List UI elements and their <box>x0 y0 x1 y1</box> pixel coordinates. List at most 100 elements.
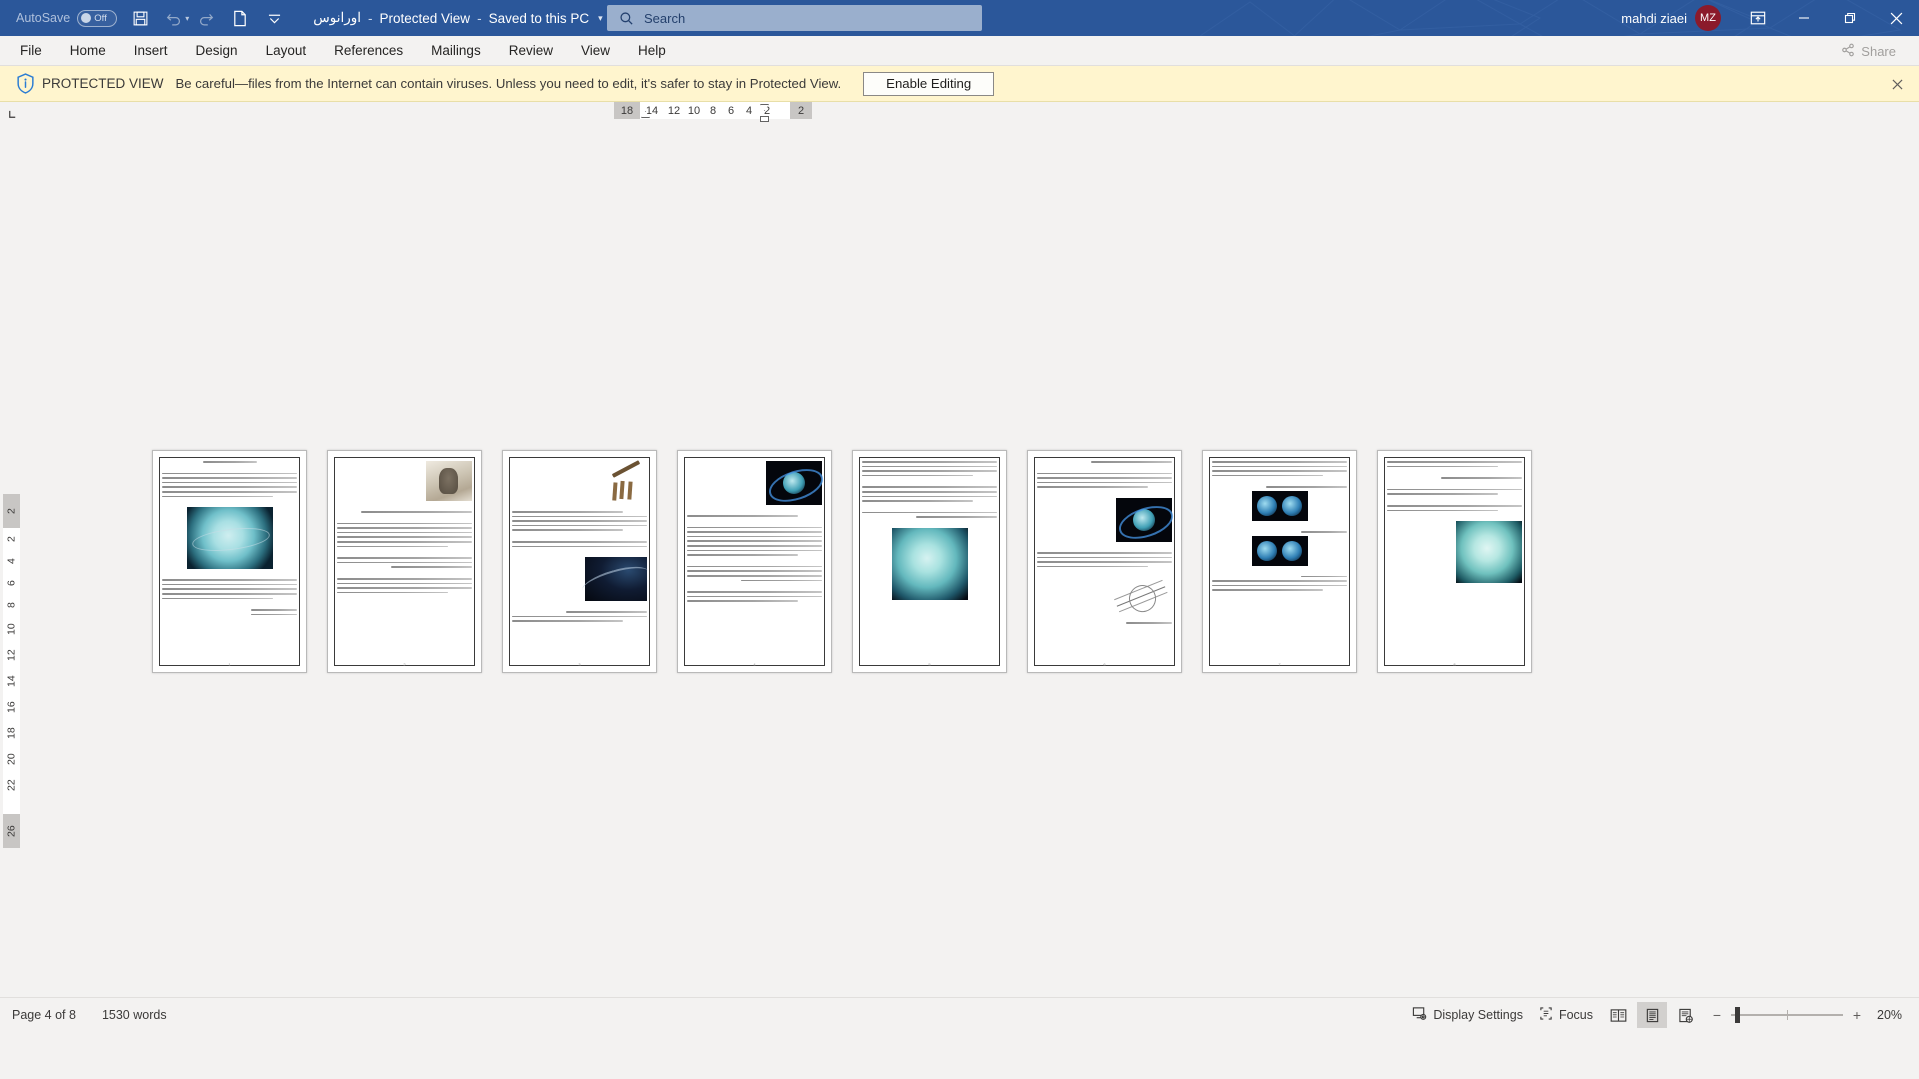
page-number: 2 <box>403 662 406 667</box>
tab-insert[interactable]: Insert <box>120 36 182 65</box>
uranus-thumb <box>1256 495 1277 516</box>
page-indicator[interactable]: Page 4 of 8 <box>12 1008 76 1022</box>
tab-references[interactable]: References <box>320 36 417 65</box>
tab-review[interactable]: Review <box>495 36 567 65</box>
document-page-thumbnail[interactable]: 1 <box>152 450 307 673</box>
text-line <box>862 486 997 488</box>
text-line <box>162 472 297 475</box>
document-title-group: اورانوس - Protected View - Saved to this… <box>313 10 602 26</box>
document-page-thumbnail[interactable]: 7 <box>1202 450 1357 673</box>
document-page-thumbnail[interactable]: 4 <box>677 450 832 673</box>
zoom-slider-handle[interactable] <box>1735 1007 1740 1023</box>
read-mode-icon[interactable] <box>1603 1002 1633 1028</box>
text-line <box>687 600 798 602</box>
zoom-in-button[interactable]: + <box>1851 1007 1863 1023</box>
title-bar: AutoSave Off ▾ اورانوس - Protected View … <box>0 0 1919 36</box>
account-username[interactable]: mahdi ziaei <box>1621 11 1687 26</box>
search-input[interactable] <box>644 10 970 26</box>
text-line <box>512 540 647 543</box>
customize-quick-access-toolbar-icon[interactable] <box>257 3 291 33</box>
text-line <box>337 540 472 543</box>
uranus-thumb <box>1282 540 1303 561</box>
text-line <box>687 544 822 547</box>
text-line <box>512 545 647 548</box>
horizontal-ruler[interactable]: 18 14 12 10 8 6 4 2 2 <box>0 102 1919 126</box>
document-page-thumbnail[interactable]: 6 <box>1027 450 1182 673</box>
display-settings-label: Display Settings <box>1433 1008 1523 1022</box>
text-line <box>687 591 822 593</box>
ribbon-display-options-icon[interactable] <box>1735 0 1781 36</box>
tab-design[interactable]: Design <box>182 36 252 65</box>
tab-view[interactable]: View <box>567 36 624 65</box>
word-count[interactable]: 1530 words <box>102 1008 167 1022</box>
enable-editing-button[interactable]: Enable Editing <box>863 71 995 96</box>
document-page-thumbnail[interactable]: 5 <box>852 450 1007 673</box>
display-settings-button[interactable]: Display Settings <box>1406 1002 1529 1028</box>
tab-help[interactable]: Help <box>624 36 680 65</box>
print-layout-icon[interactable] <box>1637 1002 1667 1028</box>
document-page-thumbnail[interactable]: 3 <box>502 450 657 673</box>
page-content <box>337 461 472 662</box>
ruler-tick: 8 <box>704 102 722 119</box>
page-content <box>1387 461 1522 662</box>
text-line <box>1037 481 1172 484</box>
web-layout-icon[interactable] <box>1671 1002 1701 1028</box>
document-workspace[interactable]: 2 2 4 6 8 10 12 14 16 18 20 22 26 1 2 3 … <box>0 126 1919 997</box>
protected-view-indicator: Protected View <box>379 10 471 26</box>
zoom-out-button[interactable]: − <box>1711 1007 1723 1023</box>
text-line <box>862 495 997 498</box>
tab-file[interactable]: File <box>6 36 56 65</box>
tab-home[interactable]: Home <box>56 36 120 65</box>
close-icon[interactable] <box>1887 74 1907 94</box>
display-settings-icon <box>1412 1006 1427 1024</box>
avatar[interactable]: MZ <box>1695 5 1721 31</box>
text-line <box>337 591 448 594</box>
save-icon[interactable] <box>123 3 157 33</box>
text-line <box>512 511 623 513</box>
text-line <box>1387 493 1498 495</box>
autosave-toggle[interactable]: AutoSave Off <box>10 4 123 32</box>
page-number: 3 <box>578 662 581 667</box>
text-line <box>162 486 297 488</box>
share-button[interactable]: Share <box>1828 39 1909 63</box>
focus-mode-button[interactable]: Focus <box>1533 1002 1599 1028</box>
new-document-icon[interactable] <box>223 3 257 33</box>
pages-container[interactable]: 1 2 3 4 5 6 7 8 <box>24 126 1919 997</box>
page-number: 5 <box>928 662 931 667</box>
vertical-ruler[interactable]: 2 2 4 6 8 10 12 14 16 18 20 22 26 <box>0 126 24 997</box>
text-line <box>1037 561 1172 563</box>
close-icon[interactable] <box>1873 0 1919 36</box>
restore-icon[interactable] <box>1827 0 1873 36</box>
page-content <box>512 461 647 662</box>
autosave-switch[interactable]: Off <box>77 9 118 27</box>
document-page-thumbnail[interactable]: 8 <box>1377 450 1532 673</box>
redo-icon[interactable] <box>189 3 223 33</box>
tab-layout[interactable]: Layout <box>252 36 321 65</box>
text-line <box>1387 509 1498 512</box>
page-number: 1 <box>228 662 231 667</box>
ribbon-tab-bar: File Home Insert Design Layout Reference… <box>0 36 1919 66</box>
text-line <box>512 515 647 518</box>
ribbon-tabs: File Home Insert Design Layout Reference… <box>0 36 680 65</box>
ruler-tick: 16 <box>3 694 20 720</box>
tab-stop-left-icon[interactable] <box>0 102 24 126</box>
tab-mailings[interactable]: Mailings <box>417 36 495 65</box>
historical-engraving-image <box>426 461 472 501</box>
text-line <box>687 531 822 533</box>
search-box[interactable] <box>607 5 982 31</box>
title-separator-1: - <box>368 10 373 26</box>
text-line <box>862 461 997 463</box>
title-dropdown-caret-icon[interactable]: ▾ <box>598 13 603 24</box>
zoom-level-label[interactable]: 20% <box>1877 1008 1909 1022</box>
uranus-blue-rings-photo <box>766 461 822 505</box>
minimize-icon[interactable] <box>1781 0 1827 36</box>
ruler-tick: 4 <box>3 550 20 572</box>
document-page-thumbnail[interactable]: 2 <box>327 450 482 673</box>
uranus-comparison-photos <box>1251 490 1308 521</box>
text-line <box>337 587 472 589</box>
focus-mode-label: Focus <box>1558 1008 1593 1022</box>
text-line <box>687 554 798 556</box>
protected-view-banner: PROTECTED VIEW Be careful—files from the… <box>0 66 1919 102</box>
zoom-slider[interactable] <box>1731 1007 1843 1023</box>
zoom-control[interactable]: − + 20% <box>1711 1007 1909 1023</box>
